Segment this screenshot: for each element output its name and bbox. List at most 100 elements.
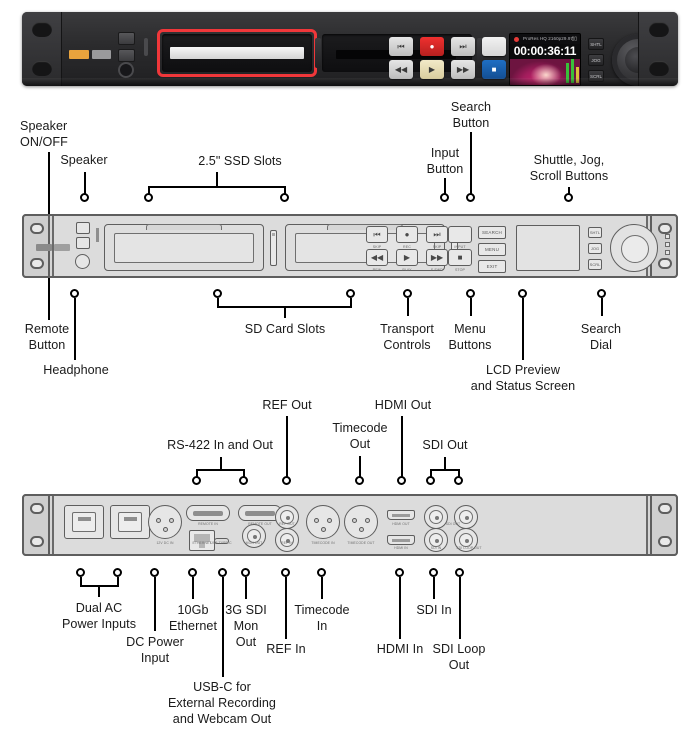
lcd-preview-screen[interactable] xyxy=(516,225,580,271)
leader-dot xyxy=(397,476,406,485)
leader-dot xyxy=(518,289,527,298)
leader-dot xyxy=(403,289,412,298)
stop-button[interactable]: ■ xyxy=(482,60,506,79)
ssd-slot-1[interactable] xyxy=(104,224,264,271)
sd-card-slot-1[interactable] xyxy=(315,38,321,68)
leader-dot xyxy=(80,193,89,202)
callout-hdmi-out: HDMI Out xyxy=(374,398,432,412)
callout-search-dial: Search Dial xyxy=(580,322,622,352)
brand-logo xyxy=(69,50,111,59)
leader-dot xyxy=(455,568,464,577)
leader-dot xyxy=(76,568,85,577)
leader-dot xyxy=(241,568,250,577)
leader-line xyxy=(74,298,76,360)
speaker-on-off-button[interactable] xyxy=(118,32,135,45)
skip-forward-button[interactable]: ⏭ xyxy=(426,226,448,243)
rack-ear-right xyxy=(650,494,678,556)
search-dial[interactable] xyxy=(610,224,658,272)
ac-power-inlet-2[interactable] xyxy=(110,505,150,539)
ref-in-bnc[interactable] xyxy=(275,528,299,552)
button-caption: REW xyxy=(372,268,382,272)
rack-hole-icon xyxy=(658,258,672,269)
search-button[interactable]: SEARCH xyxy=(478,226,506,239)
leader-line xyxy=(220,457,222,469)
lcd-preview-screen[interactable]: ProRes HQ 2160p29.97 ▯▯ 00:00:36:11 xyxy=(509,33,581,86)
port-label: TIMECODE OUT xyxy=(347,541,375,545)
audio-meter xyxy=(571,59,574,83)
leader-line xyxy=(117,577,119,585)
skip-back-button[interactable]: ⏮ xyxy=(389,37,413,56)
callout-shuttle-jog-scroll: Shuttle, Jog, Scroll Buttons xyxy=(529,153,609,183)
leader-dot xyxy=(454,476,463,485)
remote-button[interactable] xyxy=(76,237,90,249)
callout-sdi-out: SDI Out xyxy=(422,438,468,452)
ac-power-inlet-1[interactable] xyxy=(64,505,104,539)
diagram-canvas: ⏮ ● ⏭ ◀◀ ▶ ▶▶ ■ SEARCH MENU EXIT ProRes … xyxy=(0,0,700,742)
rack-hole-icon xyxy=(30,536,44,547)
rack-hole-icon xyxy=(658,536,672,547)
speaker-on-off-button[interactable] xyxy=(76,222,90,234)
callout-ref-in: REF In xyxy=(266,642,306,656)
callout-dc-power: DC Power Input xyxy=(126,635,184,665)
leader-dot xyxy=(429,568,438,577)
leader-line xyxy=(522,298,524,360)
fast-forward-button[interactable]: ▶▶ xyxy=(451,60,475,79)
scroll-button[interactable]: SCRL xyxy=(588,259,602,270)
callout-sdi-loop-out: SDI Loop Out xyxy=(432,642,486,672)
audio-meter xyxy=(576,67,579,83)
leader-dot xyxy=(218,568,227,577)
callout-timecode-in: Timecode In xyxy=(294,603,350,633)
leader-dot xyxy=(144,193,153,202)
leader-dot xyxy=(280,193,289,202)
timecode-out-xlr[interactable] xyxy=(344,505,378,539)
remote-in-port[interactable] xyxy=(186,505,230,521)
leader-dot xyxy=(317,568,326,577)
menu-button[interactable]: MENU xyxy=(478,243,506,256)
dc-power-connector[interactable] xyxy=(148,505,182,539)
leader-line xyxy=(401,416,403,478)
rack-hole-icon xyxy=(658,223,672,234)
sd-card-slot-1[interactable] xyxy=(270,230,277,266)
hdmi-out-port[interactable] xyxy=(387,510,415,520)
leader-dot xyxy=(466,193,475,202)
fast-forward-button[interactable]: ▶▶ xyxy=(426,249,448,266)
callout-ref-out: REF Out xyxy=(262,398,312,412)
callout-rs422: RS-422 In and Out xyxy=(167,438,273,452)
record-button[interactable]: ● xyxy=(396,226,418,243)
rewind-button[interactable]: ◀◀ xyxy=(366,249,388,266)
product-photo-front: ⏮ ● ⏭ ◀◀ ▶ ▶▶ ■ SEARCH MENU EXIT ProRes … xyxy=(22,12,678,86)
rack-hole-icon xyxy=(30,258,44,269)
timecode-in-xlr[interactable] xyxy=(306,505,340,539)
skip-forward-button[interactable]: ⏭ xyxy=(451,37,475,56)
rack-hole-icon xyxy=(32,22,52,37)
speaker-buttons-photo[interactable] xyxy=(118,32,135,66)
brand-logo xyxy=(36,244,70,251)
callout-headphone: Headphone xyxy=(43,363,109,377)
button-caption: STOP xyxy=(454,268,466,272)
hdmi-in-port[interactable] xyxy=(387,535,415,545)
callout-ssd-slots: 2.5" SSD Slots xyxy=(198,154,282,168)
rewind-button[interactable]: ◀◀ xyxy=(389,60,413,79)
shuttle-button[interactable]: SHTL xyxy=(588,38,604,50)
remote-button[interactable] xyxy=(118,49,135,62)
input-button[interactable] xyxy=(482,37,506,56)
leader-line xyxy=(601,298,603,316)
record-button[interactable]: ● xyxy=(420,37,444,56)
callout-lcd-preview: LCD Preview and Status Screen xyxy=(470,363,576,393)
leader-dot xyxy=(192,476,201,485)
shuttle-button[interactable]: SHTL xyxy=(588,227,602,238)
play-button[interactable]: ▶ xyxy=(420,60,444,79)
play-button[interactable]: ▶ xyxy=(396,249,418,266)
skip-back-button[interactable]: ⏮ xyxy=(366,226,388,243)
stop-button[interactable]: ■ xyxy=(448,249,472,266)
input-button[interactable] xyxy=(448,226,472,243)
leader-line xyxy=(407,298,409,316)
scroll-button[interactable]: SCRL xyxy=(588,70,604,82)
record-dot-icon xyxy=(514,37,519,42)
headphone-jack[interactable] xyxy=(118,62,134,78)
jog-button[interactable]: JOG xyxy=(588,243,602,254)
leader-line xyxy=(470,132,472,196)
jog-button[interactable]: JOG xyxy=(588,54,604,66)
headphone-jack[interactable] xyxy=(75,254,90,269)
exit-button[interactable]: EXIT xyxy=(478,260,506,273)
